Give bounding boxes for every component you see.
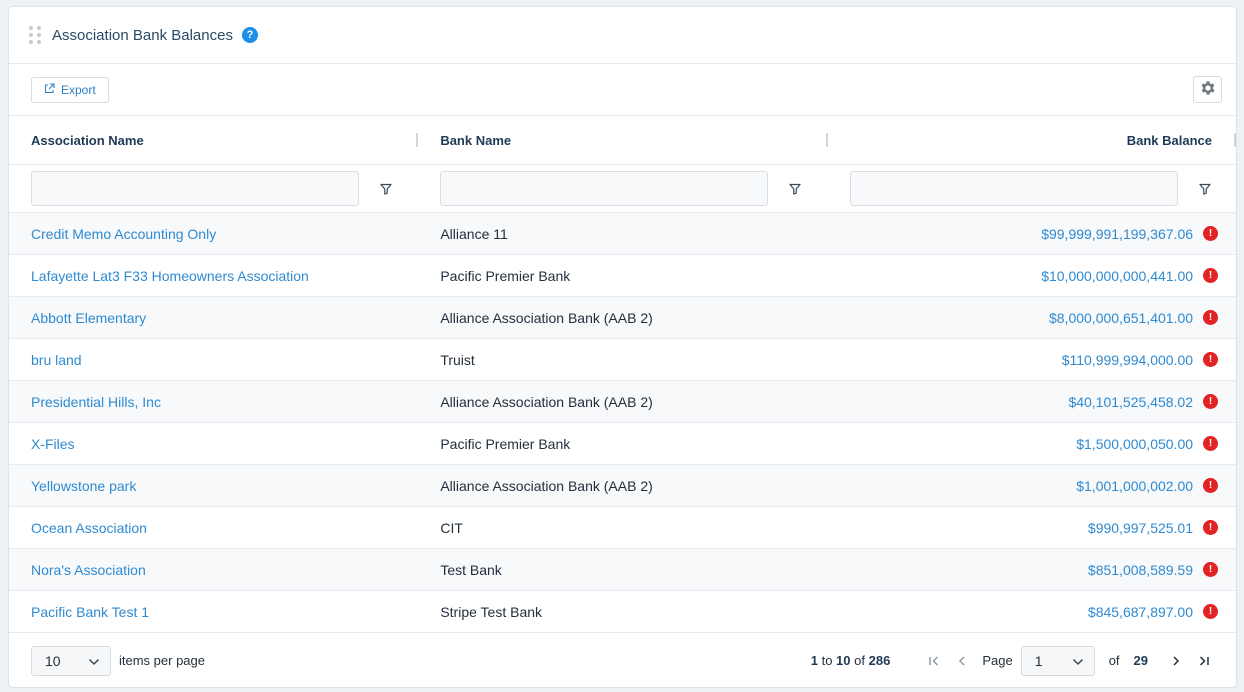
- bank-name: Truist: [440, 351, 475, 368]
- alert-icon[interactable]: !: [1203, 604, 1219, 619]
- alert-icon[interactable]: !: [1203, 562, 1219, 577]
- range-summary: 1 to 10 of 286: [810, 653, 891, 668]
- page-size-control: 10 items per page: [31, 645, 205, 676]
- table-row: Nora's Association Test Bank $851,008,58…: [9, 549, 1236, 591]
- alert-icon[interactable]: !: [1203, 310, 1219, 325]
- association-link[interactable]: Ocean Association: [31, 520, 147, 536]
- chevron-down-icon: [88, 653, 100, 669]
- table-row: X-Files Pacific Premier Bank $1,500,000,…: [9, 423, 1236, 465]
- first-page-icon[interactable]: [925, 652, 943, 670]
- column-header-association-name[interactable]: Association Name: [9, 116, 419, 164]
- association-link[interactable]: Abbott Elementary: [31, 310, 146, 326]
- filter-icon[interactable]: [1199, 183, 1211, 195]
- filter-association-name: [9, 171, 418, 206]
- bank-name: Pacific Premier Bank: [440, 435, 571, 452]
- page-label: Page: [982, 653, 1013, 668]
- association-link[interactable]: X-Files: [31, 436, 75, 452]
- prev-page-icon[interactable]: [953, 652, 971, 670]
- of-label: of: [1108, 653, 1120, 668]
- pager: 1 to 10 of 286 Page 1 of 29: [810, 645, 1218, 676]
- table-row: Abbott Elementary Alliance Association B…: [9, 297, 1236, 339]
- filter-row: [9, 165, 1236, 213]
- bank-name: Stripe Test Bank: [440, 603, 543, 620]
- balance-link[interactable]: $110,999,994,000.00: [1062, 352, 1193, 368]
- next-page-icon[interactable]: [1167, 652, 1185, 670]
- table-row: Yellowstone park Alliance Association Ba…: [9, 465, 1236, 507]
- page-size-value: 10: [45, 652, 61, 669]
- table-row: bru land Truist $110,999,994,000.00!: [9, 339, 1236, 381]
- association-filter-input[interactable]: [31, 171, 359, 206]
- association-link[interactable]: Yellowstone park: [31, 478, 136, 494]
- association-link[interactable]: Credit Memo Accounting Only: [31, 226, 216, 242]
- bank-balances-widget: Association Bank Balances ? Export Assoc…: [8, 6, 1237, 688]
- filter-bank-balance: [828, 171, 1236, 206]
- filter-icon[interactable]: [789, 183, 801, 195]
- bank-name: Alliance Association Bank (AAB 2): [440, 393, 653, 410]
- balance-link[interactable]: $99,999,991,199,367.06: [1041, 226, 1193, 242]
- table-row: Ocean Association CIT $990,997,525.01!: [9, 507, 1236, 549]
- toolbar: Export: [9, 64, 1236, 116]
- column-resize-handle[interactable]: [1233, 133, 1236, 147]
- pagination-footer: 10 items per page 1 to 10 of 286 Page 1 …: [9, 633, 1236, 687]
- balance-link[interactable]: $845,687,897.00: [1088, 604, 1193, 620]
- alert-icon[interactable]: !: [1203, 394, 1219, 409]
- items-per-page-label: items per page: [119, 653, 205, 668]
- export-button[interactable]: Export: [31, 76, 109, 103]
- alert-icon[interactable]: !: [1203, 268, 1219, 283]
- association-link[interactable]: Nora's Association: [31, 562, 146, 578]
- bank-name: Test Bank: [440, 561, 502, 578]
- chevron-down-icon: [1072, 653, 1084, 669]
- gear-icon: [1199, 79, 1217, 100]
- bank-name: Alliance 11: [440, 225, 508, 242]
- balance-link[interactable]: $40,101,525,458.02: [1068, 394, 1193, 410]
- bank-name: Pacific Premier Bank: [440, 267, 571, 284]
- bank-name: Alliance Association Bank (AAB 2): [440, 477, 653, 494]
- association-link[interactable]: Lafayette Lat3 F33 Homeowners Associatio…: [31, 268, 309, 284]
- alert-icon[interactable]: !: [1203, 436, 1219, 451]
- last-page-icon[interactable]: [1195, 652, 1213, 670]
- balance-link[interactable]: $1,500,000,050.00: [1076, 436, 1193, 452]
- bank-filter-input[interactable]: [440, 171, 769, 206]
- current-page-value: 1: [1034, 652, 1043, 669]
- balance-filter-input[interactable]: [849, 171, 1178, 206]
- column-header-bank-balance[interactable]: Bank Balance: [828, 116, 1236, 164]
- drag-handle-icon[interactable]: [29, 25, 41, 45]
- table-row: Lafayette Lat3 F33 Homeowners Associatio…: [9, 255, 1236, 297]
- table-body: Credit Memo Accounting Only Alliance 11 …: [9, 213, 1236, 633]
- table-row: Presidential Hills, Inc Alliance Associa…: [9, 381, 1236, 423]
- filter-bank-name: [418, 171, 827, 206]
- balance-link[interactable]: $1,001,000,002.00: [1076, 478, 1193, 494]
- alert-icon[interactable]: !: [1203, 352, 1219, 367]
- balance-link[interactable]: $990,997,525.01: [1088, 520, 1193, 536]
- table-row: Credit Memo Accounting Only Alliance 11 …: [9, 213, 1236, 255]
- filter-icon[interactable]: [380, 183, 392, 195]
- export-label: Export: [61, 82, 96, 97]
- page-select[interactable]: 1: [1020, 645, 1095, 676]
- widget-header: Association Bank Balances ?: [9, 7, 1236, 64]
- page-size-select[interactable]: 10: [31, 645, 111, 676]
- alert-icon[interactable]: !: [1203, 478, 1219, 493]
- external-link-icon: [44, 82, 55, 97]
- bank-name: CIT: [440, 519, 463, 536]
- widget-title: Association Bank Balances: [52, 26, 233, 44]
- alert-icon[interactable]: !: [1203, 226, 1219, 241]
- settings-button[interactable]: [1193, 76, 1222, 103]
- total-pages: 29: [1133, 653, 1148, 668]
- balance-link[interactable]: $8,000,000,651,401.00: [1049, 310, 1193, 326]
- alert-icon[interactable]: !: [1203, 520, 1219, 535]
- balance-link[interactable]: $10,000,000,000,441.00: [1041, 268, 1193, 284]
- association-link[interactable]: bru land: [31, 352, 82, 368]
- table-row: Pacific Bank Test 1 Stripe Test Bank $84…: [9, 591, 1236, 633]
- table-header: Association Name Bank Name Bank Balance: [9, 116, 1236, 165]
- bank-name: Alliance Association Bank (AAB 2): [440, 309, 653, 326]
- association-link[interactable]: Pacific Bank Test 1: [31, 604, 149, 620]
- association-link[interactable]: Presidential Hills, Inc: [31, 394, 161, 410]
- column-header-bank-name[interactable]: Bank Name: [418, 116, 828, 164]
- balance-link[interactable]: $851,008,589.59: [1088, 562, 1193, 578]
- help-icon[interactable]: ?: [241, 27, 258, 43]
